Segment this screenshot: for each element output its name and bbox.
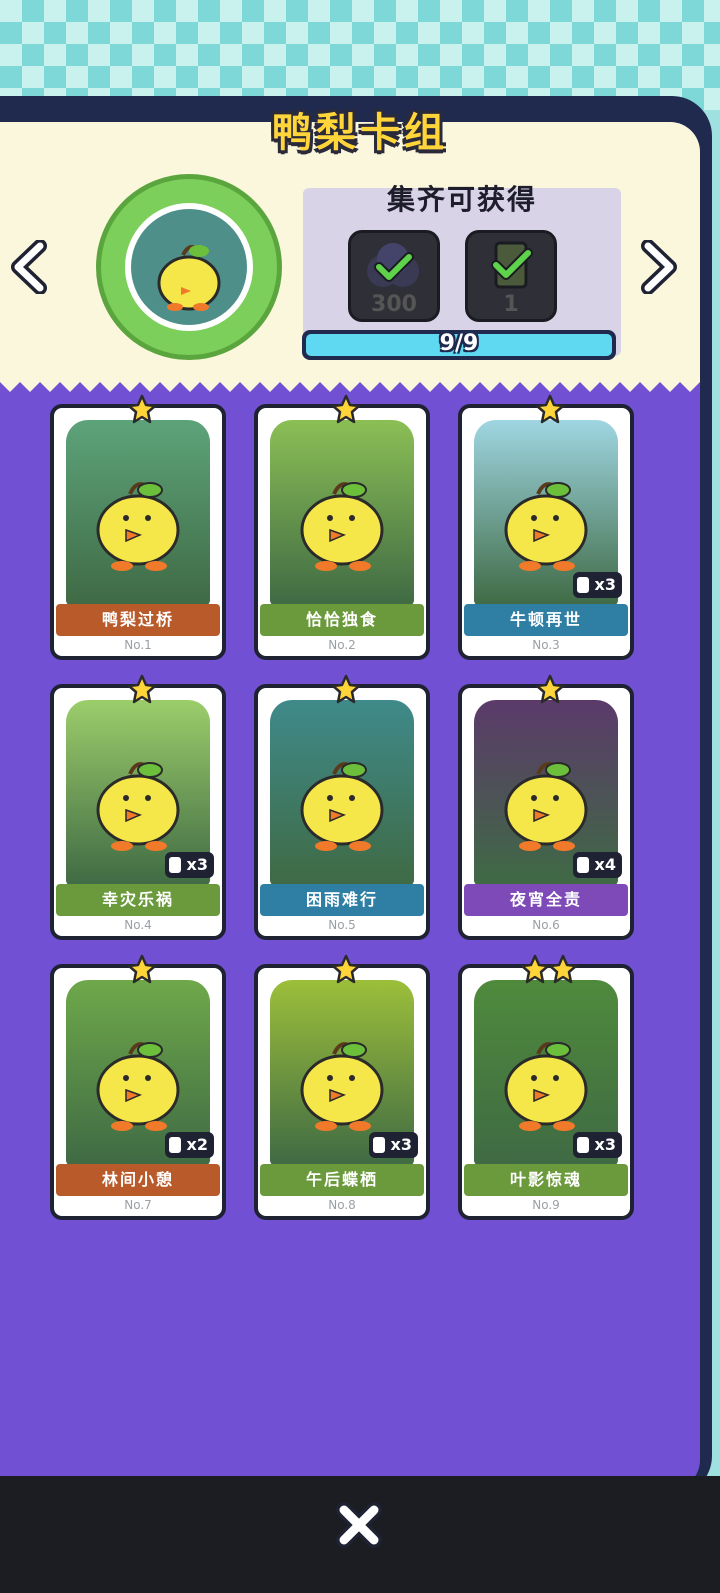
- duplicate-count-badge: x2: [164, 1132, 214, 1158]
- star-icon: [535, 674, 565, 704]
- duplicate-count: x3: [594, 1135, 616, 1154]
- reward-qty: 300: [371, 292, 417, 317]
- card-icon: [372, 1137, 385, 1153]
- zigzag-divider: [0, 372, 700, 392]
- star-icon: [127, 674, 157, 704]
- coin-bundle-icon: [367, 243, 419, 287]
- page-title: 鸭梨卡组: [272, 110, 448, 156]
- reward-title: 集齐可获得: [386, 183, 537, 216]
- star-icon: [331, 674, 361, 704]
- collection-card[interactable]: 恰恰独食 No.2: [254, 394, 430, 660]
- reward-card-pack: 1: [465, 230, 557, 322]
- card-icon: [576, 1137, 589, 1153]
- card-title: 午后蝶栖: [260, 1164, 424, 1196]
- card-art: [66, 420, 210, 606]
- collection-card[interactable]: x3 叶影惊魂 No.9: [458, 954, 634, 1220]
- duplicate-count: x3: [186, 855, 208, 874]
- card-number: No.9: [532, 1198, 560, 1212]
- card-number: No.1: [124, 638, 152, 652]
- card-title: 幸灾乐祸: [56, 884, 220, 916]
- card-number: No.7: [124, 1198, 152, 1212]
- card-number: No.4: [124, 918, 152, 932]
- card-art: [270, 420, 414, 606]
- reward-coin-bundle: 300: [348, 230, 440, 322]
- duck-icon: [300, 482, 384, 571]
- card-number: No.3: [532, 638, 560, 652]
- chevron-right-icon[interactable]: [636, 240, 680, 294]
- card-icon: [576, 577, 589, 593]
- star-icon: [331, 954, 361, 984]
- card-number: No.2: [328, 638, 356, 652]
- card-title: 恰恰独食: [260, 604, 424, 636]
- collection-card[interactable]: x3 牛顿再世 No.3: [458, 394, 634, 660]
- collection-card[interactable]: x2 林间小憩 No.7: [50, 954, 226, 1220]
- chevron-left-icon[interactable]: [8, 240, 52, 294]
- star-icon: [331, 394, 361, 424]
- checker-background: [0, 0, 720, 110]
- collection-card[interactable]: 困雨难行 No.5: [254, 674, 430, 940]
- duplicate-count: x3: [390, 1135, 412, 1154]
- duplicate-count: x4: [594, 855, 616, 874]
- duplicate-count-badge: x3: [572, 1132, 622, 1158]
- medal-art: [125, 203, 253, 331]
- duplicate-count-badge: x3: [368, 1132, 418, 1158]
- card-title: 鸭梨过桥: [56, 604, 220, 636]
- card-icon: [576, 857, 589, 873]
- card-art: [270, 700, 414, 886]
- collection-card[interactable]: 鸭梨过桥 No.1: [50, 394, 226, 660]
- close-icon[interactable]: [334, 1500, 384, 1550]
- duck-icon: [157, 245, 221, 311]
- card-title: 夜宵全责: [464, 884, 628, 916]
- duplicate-count: x2: [186, 1135, 208, 1154]
- duplicate-count-badge: x3: [164, 852, 214, 878]
- collection-medal: [96, 174, 282, 360]
- card-title: 林间小憩: [56, 1164, 220, 1196]
- card-number: No.6: [532, 918, 560, 932]
- card-pack-icon: [491, 241, 533, 289]
- card-icon: [168, 857, 181, 873]
- reward-qty: 1: [503, 292, 519, 317]
- star-icon: [127, 954, 157, 984]
- duplicate-count: x3: [594, 575, 616, 594]
- duck-icon: [96, 482, 180, 571]
- collection-card[interactable]: x3 幸灾乐祸 No.4: [50, 674, 226, 940]
- card-title: 牛顿再世: [464, 604, 628, 636]
- star-icon: [520, 954, 550, 984]
- progress-text: 9/9: [439, 331, 479, 356]
- card-title: 困雨难行: [260, 884, 424, 916]
- card-number: No.8: [328, 1198, 356, 1212]
- collection-card[interactable]: x4 夜宵全责 No.6: [458, 674, 634, 940]
- collection-progress-bar: 9/9: [302, 330, 616, 360]
- card-title: 叶影惊魂: [464, 1164, 628, 1196]
- star-icon: [535, 394, 565, 424]
- star-icon: [548, 954, 578, 984]
- card-number: No.5: [328, 918, 356, 932]
- duck-icon: [300, 762, 384, 851]
- star-icon: [127, 394, 157, 424]
- duplicate-count-badge: x4: [572, 852, 622, 878]
- card-icon: [168, 1137, 181, 1153]
- duplicate-count-badge: x3: [572, 572, 622, 598]
- collection-card[interactable]: x3 午后蝶栖 No.8: [254, 954, 430, 1220]
